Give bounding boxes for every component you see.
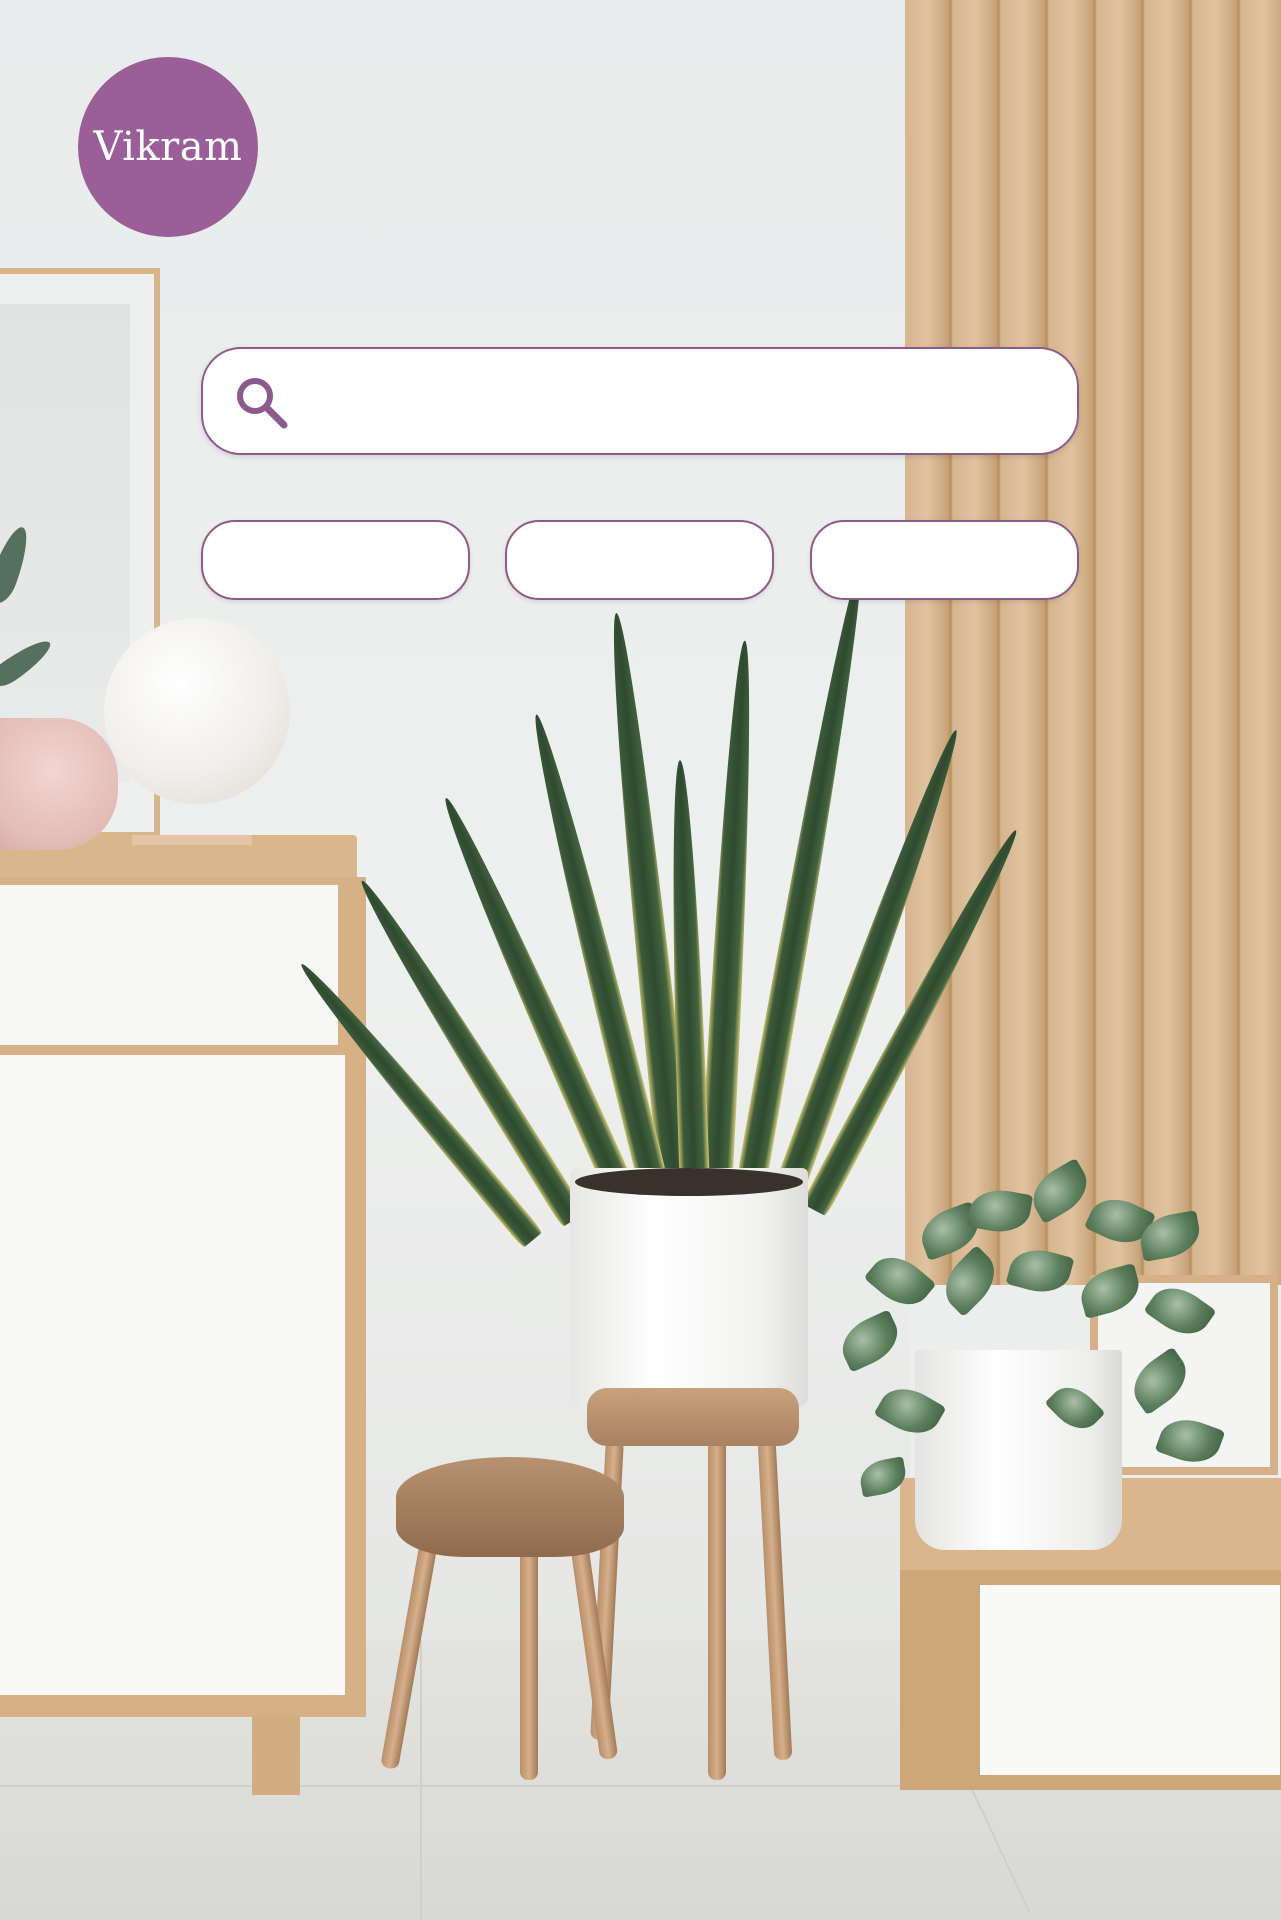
quick-filter-chip-1[interactable]	[201, 520, 470, 600]
cabinet-drawer	[0, 885, 338, 1045]
white-pot-large	[570, 1168, 808, 1408]
low-cabinet-drawer	[980, 1585, 1280, 1775]
quick-filter-chip-3[interactable]	[810, 520, 1079, 600]
white-pot-small	[915, 1350, 1122, 1550]
small-stool-seat	[396, 1457, 624, 1557]
search-icon	[231, 374, 291, 430]
moon-lamp	[104, 618, 290, 804]
stool-leg	[520, 1550, 538, 1780]
soil	[575, 1168, 803, 1196]
profile-name: Vikram	[93, 124, 243, 170]
tall-stool-seat	[587, 1388, 799, 1446]
search-bar[interactable]	[201, 347, 1079, 455]
quick-filter-chip-2[interactable]	[505, 520, 774, 600]
pink-vase	[0, 718, 118, 850]
cabinet-door	[0, 1055, 345, 1695]
background-photo	[0, 0, 1281, 1920]
stool-leg	[708, 1440, 726, 1780]
search-input[interactable]	[303, 359, 1057, 445]
profile-avatar[interactable]: Vikram	[78, 57, 258, 237]
cabinet-leg	[252, 1715, 300, 1795]
wood-slat-wall	[905, 0, 1281, 1285]
